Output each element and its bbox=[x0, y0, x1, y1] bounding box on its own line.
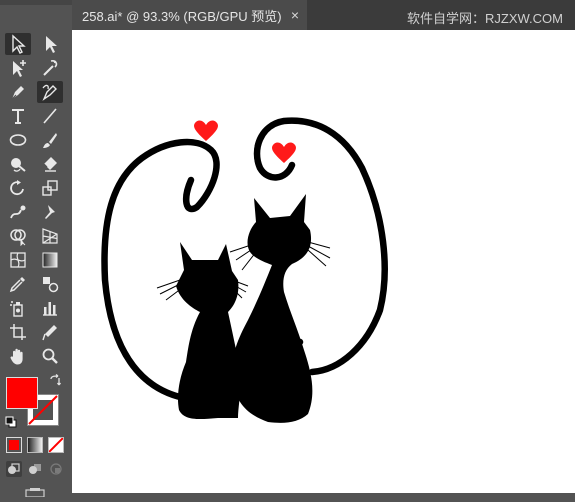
puppet-warp-tool-icon bbox=[45, 205, 55, 219]
right-heart bbox=[272, 142, 296, 163]
magic-wand-icon bbox=[43, 60, 58, 76]
type-tool-icon bbox=[12, 109, 24, 124]
cats-artwork bbox=[101, 117, 388, 423]
slice-tool-button[interactable] bbox=[37, 321, 63, 343]
blend-tool-button[interactable] bbox=[37, 273, 63, 295]
magic-wand-tool-button[interactable] bbox=[37, 57, 63, 79]
close-icon[interactable]: × bbox=[291, 7, 299, 23]
panel-grip[interactable] bbox=[0, 0, 72, 5]
pen-tool-button[interactable] bbox=[5, 81, 31, 103]
rotate-tool-icon bbox=[10, 180, 24, 196]
shaper-tool-button[interactable] bbox=[5, 153, 31, 175]
warp-tool-icon bbox=[10, 205, 26, 219]
line-segment-tool-icon bbox=[43, 108, 57, 124]
rotate-tool-button[interactable] bbox=[5, 177, 31, 199]
shape-builder-tool-icon bbox=[10, 229, 26, 246]
perspective-grid-tool-button[interactable] bbox=[37, 225, 63, 247]
eraser-tool-icon bbox=[43, 157, 57, 172]
big-cat bbox=[231, 194, 313, 423]
eyedropper-tool-icon bbox=[9, 277, 25, 293]
document-tab[interactable]: 258.ai* @ 93.3% (RGB/GPU 预览) × bbox=[72, 0, 307, 30]
document-tab-bar: 258.ai* @ 93.3% (RGB/GPU 预览) × 软件自学网：RJZ… bbox=[72, 0, 575, 30]
blend-tool-icon bbox=[43, 277, 59, 293]
mesh-tool-icon bbox=[10, 252, 26, 268]
screen-mode-button[interactable] bbox=[22, 484, 48, 498]
artboard-tool-icon bbox=[10, 324, 26, 340]
document-tab-title: 258.ai* @ 93.3% (RGB/GPU 预览) bbox=[82, 8, 282, 24]
draw-normal-button[interactable] bbox=[6, 461, 22, 477]
draw-inside-button[interactable] bbox=[48, 461, 64, 477]
column-graph-tool-button[interactable] bbox=[37, 297, 63, 319]
symbol-sprayer-tool-button[interactable] bbox=[5, 297, 31, 319]
scale-tool-button[interactable] bbox=[37, 177, 63, 199]
tools-panel bbox=[0, 0, 73, 498]
column-graph-tool-icon bbox=[43, 302, 57, 316]
none-mode-button[interactable] bbox=[48, 437, 64, 453]
shaper-tool-icon bbox=[11, 158, 26, 172]
pen-tool-icon bbox=[11, 86, 24, 100]
line-segment-tool-button[interactable] bbox=[37, 105, 63, 127]
artboard-canvas[interactable] bbox=[72, 30, 575, 493]
draw-behind-button[interactable] bbox=[27, 461, 43, 477]
curvature-tool-icon bbox=[42, 84, 57, 101]
default-fill-stroke-icon[interactable] bbox=[5, 415, 17, 428]
eraser-tool-button[interactable] bbox=[37, 153, 63, 175]
paintbrush-tool-icon bbox=[43, 133, 57, 148]
site-watermark: 软件自学网：RJZXW.COM bbox=[407, 11, 563, 26]
warp-tool-button[interactable] bbox=[5, 201, 31, 223]
group-selection-tool-icon bbox=[13, 60, 26, 77]
slice-tool-icon bbox=[42, 325, 57, 341]
group-selection-tool-button[interactable] bbox=[5, 57, 31, 79]
paintbrush-tool-button[interactable] bbox=[37, 129, 63, 151]
fill-swatch[interactable] bbox=[6, 377, 38, 409]
mesh-tool-button[interactable] bbox=[5, 249, 31, 271]
gradient-tool-icon bbox=[42, 252, 58, 268]
gradient-mode-button[interactable] bbox=[27, 437, 43, 453]
curvature-tool-button[interactable] bbox=[37, 81, 63, 103]
none-slash-icon bbox=[49, 438, 63, 452]
ellipse-tool-icon bbox=[9, 134, 27, 146]
left-heart bbox=[194, 120, 218, 141]
eyedropper-tool-button[interactable] bbox=[5, 273, 31, 295]
zoom-tool-button[interactable] bbox=[37, 345, 63, 367]
puppet-warp-tool-button[interactable] bbox=[37, 201, 63, 223]
hand-tool-icon bbox=[10, 348, 23, 365]
type-tool-button[interactable] bbox=[5, 105, 31, 127]
small-cat bbox=[176, 242, 241, 420]
perspective-grid-tool-icon bbox=[42, 228, 58, 244]
direct-selection-tool-button[interactable] bbox=[37, 33, 63, 55]
selection-tool-icon bbox=[12, 34, 26, 54]
direct-selection-tool-icon bbox=[46, 36, 57, 53]
symbol-sprayer-tool-icon bbox=[10, 301, 23, 317]
zoom-tool-icon bbox=[42, 348, 58, 364]
artboard-tool-button[interactable] bbox=[5, 321, 31, 343]
scale-tool-icon bbox=[42, 180, 58, 196]
gradient-tool-button[interactable] bbox=[37, 249, 63, 271]
ellipse-tool-button[interactable] bbox=[5, 129, 31, 151]
selection-tool-button[interactable] bbox=[5, 33, 31, 55]
shape-builder-tool-button[interactable] bbox=[5, 225, 31, 247]
color-mode-button[interactable] bbox=[6, 437, 22, 453]
swap-fill-stroke-icon[interactable] bbox=[48, 373, 62, 388]
hand-tool-button[interactable] bbox=[5, 345, 31, 367]
